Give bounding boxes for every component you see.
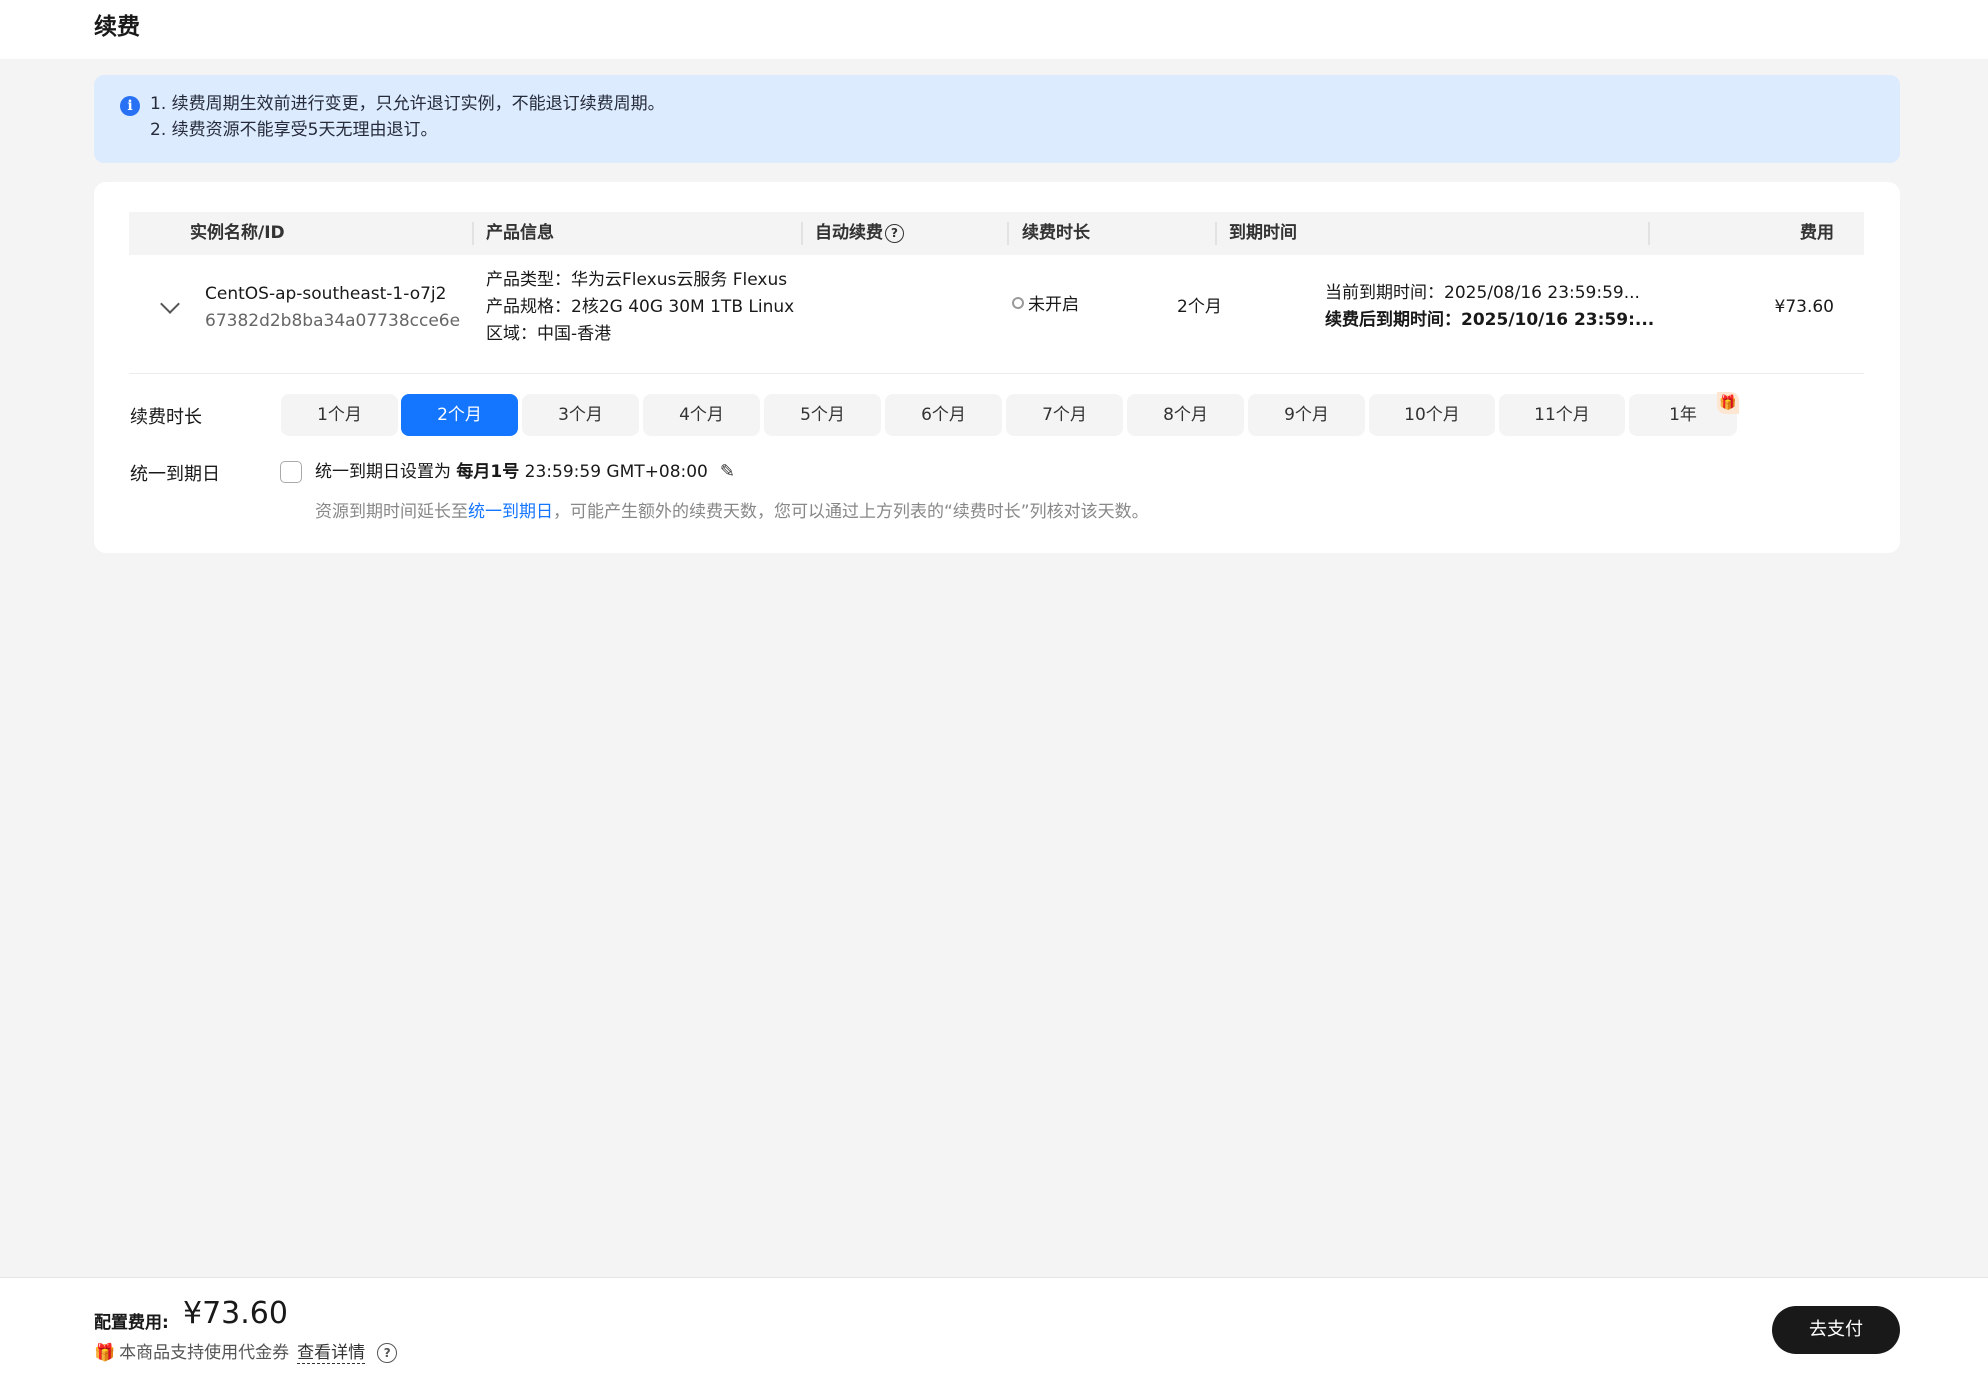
chevron-down-icon[interactable] — [160, 294, 180, 314]
th-auto-renew-label: 自动续费 — [815, 223, 883, 243]
notice-line-1: 1. 续费周期生效前进行变更，只允许退订实例，不能退订续费周期。 — [150, 94, 665, 114]
help-icon[interactable]: ? — [377, 1343, 398, 1363]
unify-date-time: 23:59:59 GMT+08:00 — [519, 462, 708, 482]
row-fee: ¥73.60 — [1774, 297, 1834, 317]
product-type: 产品类型：华为云Flexus云服务 Flexus — [486, 270, 788, 290]
current-expiry: 当前到期时间：2025/08/16 23:59:59... — [1325, 283, 1640, 303]
duration-option-1y-label: 1年 — [1669, 405, 1697, 425]
duration-option-2m[interactable]: 2个月 — [401, 394, 518, 436]
duration-option-3m[interactable]: 3个月 — [522, 394, 639, 436]
duration-option-9m[interactable]: 9个月 — [1248, 394, 1365, 436]
info-icon: i — [120, 96, 140, 116]
unify-date-label: 统一到期日 — [130, 464, 220, 485]
th-auto-renew: 自动续费? — [815, 212, 904, 255]
th-duration: 续费时长 — [1022, 223, 1090, 243]
coupon-text: 本商品支持使用代金券 — [119, 1343, 290, 1363]
th-fee: 费用 — [1800, 223, 1834, 243]
renew-card: 实例名称/ID 产品信息 自动续费? 续费时长 到期时间 费用 CentOS-a… — [94, 182, 1900, 553]
duration-option-11m[interactable]: 11个月 — [1499, 394, 1625, 436]
gift-icon: 🎁 — [94, 1343, 116, 1363]
page-title: 续费 — [94, 14, 140, 40]
duration-option-5m[interactable]: 5个月 — [764, 394, 881, 436]
th-divider — [472, 222, 474, 245]
footer-bar: 配置费用: ¥73.60 🎁 本商品支持使用代金券 查看详情? 去支付 — [0, 1277, 1988, 1378]
unify-date-link[interactable]: 统一到期日 — [468, 502, 553, 522]
th-divider — [801, 222, 803, 245]
view-details-link[interactable]: 查看详情 — [297, 1343, 366, 1364]
duration-option-1y[interactable]: 1年 🎁 — [1629, 392, 1739, 436]
help-icon[interactable]: ? — [885, 223, 904, 243]
duration-label: 续费时长 — [130, 407, 202, 428]
duration-option-10m[interactable]: 10个月 — [1369, 394, 1495, 436]
duration-option-8m[interactable]: 8个月 — [1127, 394, 1244, 436]
notice-line-2: 2. 续费资源不能享受5天无理由退订。 — [150, 120, 438, 140]
fee-value: ¥73.60 — [183, 1296, 288, 1331]
pay-button[interactable]: 去支付 — [1772, 1306, 1900, 1354]
unify-date-hint: 资源到期时间延长至统一到期日，可能产生额外的续费天数，您可以通过上方列表的“续费… — [315, 498, 1149, 526]
unify-date-prefix: 统一到期日设置为 — [315, 462, 457, 482]
hint-prefix: 资源到期时间延长至 — [315, 502, 468, 522]
product-region: 区域：中国-香港 — [486, 324, 612, 344]
coupon-info: 🎁 本商品支持使用代金券 查看详情? — [94, 1339, 398, 1367]
duration-option-6m[interactable]: 6个月 — [885, 394, 1002, 436]
fee-label: 配置费用: — [94, 1313, 169, 1333]
top-bar: 续费 — [0, 0, 1988, 59]
th-expiry: 到期时间 — [1229, 223, 1297, 243]
th-divider — [1215, 222, 1217, 245]
status-dot-icon — [1012, 297, 1024, 309]
unify-date-day: 每月1号 — [456, 462, 520, 482]
row-duration: 2个月 — [1177, 297, 1222, 317]
pencil-icon[interactable]: ✎ — [720, 458, 735, 486]
instance-id: 67382d2b8ba34a07738cce6e — [205, 311, 461, 331]
hint-suffix: ，可能产生额外的续费天数，您可以通过上方列表的“续费时长”列核对该天数。 — [553, 502, 1149, 522]
duration-option-4m[interactable]: 4个月 — [643, 394, 760, 436]
gift-icon: 🎁 — [1717, 392, 1739, 414]
new-expiry: 续费后到期时间：2025/10/16 23:59:... — [1325, 310, 1655, 330]
table-header: 实例名称/ID 产品信息 自动续费? 续费时长 到期时间 费用 — [129, 212, 1864, 255]
th-instance: 实例名称/ID — [190, 223, 285, 243]
duration-option-7m[interactable]: 7个月 — [1006, 394, 1123, 436]
notice-banner: i 1. 续费周期生效前进行变更，只允许退订实例，不能退订续费周期。 2. 续费… — [94, 75, 1900, 163]
table-row: CentOS-ap-southeast-1-o7j2 67382d2b8ba34… — [129, 255, 1864, 374]
auto-renew-status: 未开启 — [1012, 292, 1079, 319]
product-spec: 产品规格：2核2G 40G 30M 1TB Linux — [486, 297, 795, 317]
auto-renew-status-text: 未开启 — [1028, 295, 1079, 315]
th-divider — [1648, 222, 1650, 245]
unify-date-checkbox[interactable] — [280, 461, 302, 483]
instance-name: CentOS-ap-southeast-1-o7j2 — [205, 284, 447, 304]
duration-option-1m[interactable]: 1个月 — [281, 394, 398, 436]
th-divider — [1007, 222, 1009, 245]
th-product: 产品信息 — [486, 223, 554, 243]
unify-date-text: 统一到期日设置为 每月1号 23:59:59 GMT+08:00 ✎ — [315, 458, 735, 486]
